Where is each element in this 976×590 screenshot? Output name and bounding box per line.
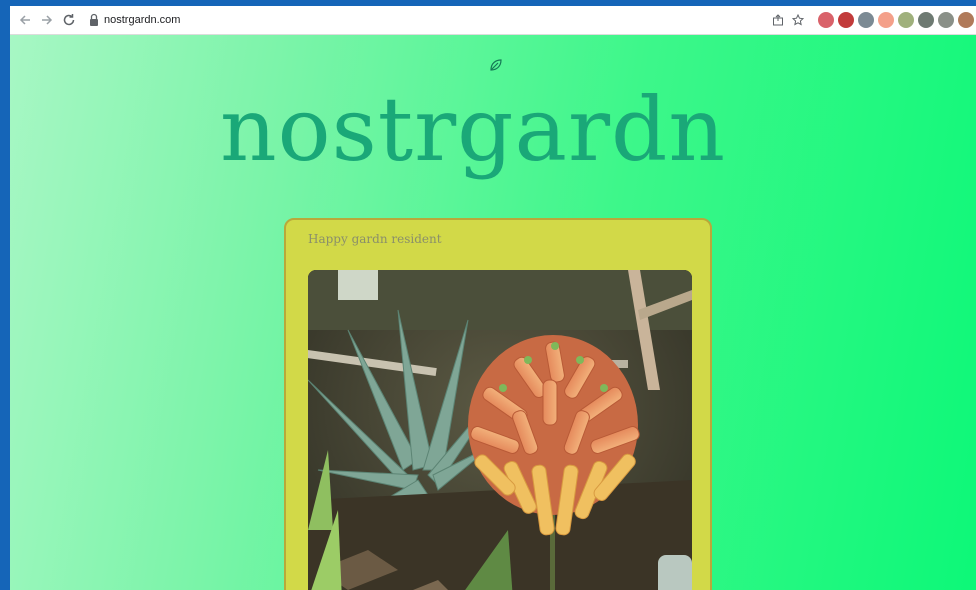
bookmark-star-icon[interactable] [788, 10, 808, 30]
extension-icon[interactable] [898, 12, 914, 28]
extension-icon[interactable] [918, 12, 934, 28]
browser-actions [768, 10, 976, 30]
post-caption: Happy gardn resident [308, 232, 442, 246]
share-icon[interactable] [768, 10, 788, 30]
site-title: nostrgardn [219, 78, 727, 181]
extension-avatar-icon[interactable] [818, 12, 834, 28]
extension-icon[interactable] [838, 12, 854, 28]
post-card[interactable]: Happy gardn resident [284, 218, 712, 590]
extension-icon[interactable] [858, 12, 874, 28]
browser-toolbar: nostrgardn.com [10, 6, 976, 35]
leaf-icon [490, 59, 502, 71]
url-text: nostrgardn.com [104, 14, 181, 26]
reload-icon[interactable] [58, 9, 80, 31]
extension-icon[interactable] [878, 12, 894, 28]
lock-icon [90, 13, 98, 26]
page-content: nostrgardn Happy gardn resident [10, 35, 976, 590]
address-bar[interactable]: nostrgardn.com [88, 10, 180, 30]
back-arrow-icon[interactable] [14, 9, 36, 31]
forward-arrow-icon[interactable] [36, 9, 58, 31]
browser-window: nostrgardn.com nostrgardn Happy gardn re… [10, 6, 976, 590]
aloe-flower-photo[interactable] [308, 270, 692, 590]
extension-icon[interactable] [938, 12, 954, 28]
extension-icon[interactable] [958, 12, 974, 28]
